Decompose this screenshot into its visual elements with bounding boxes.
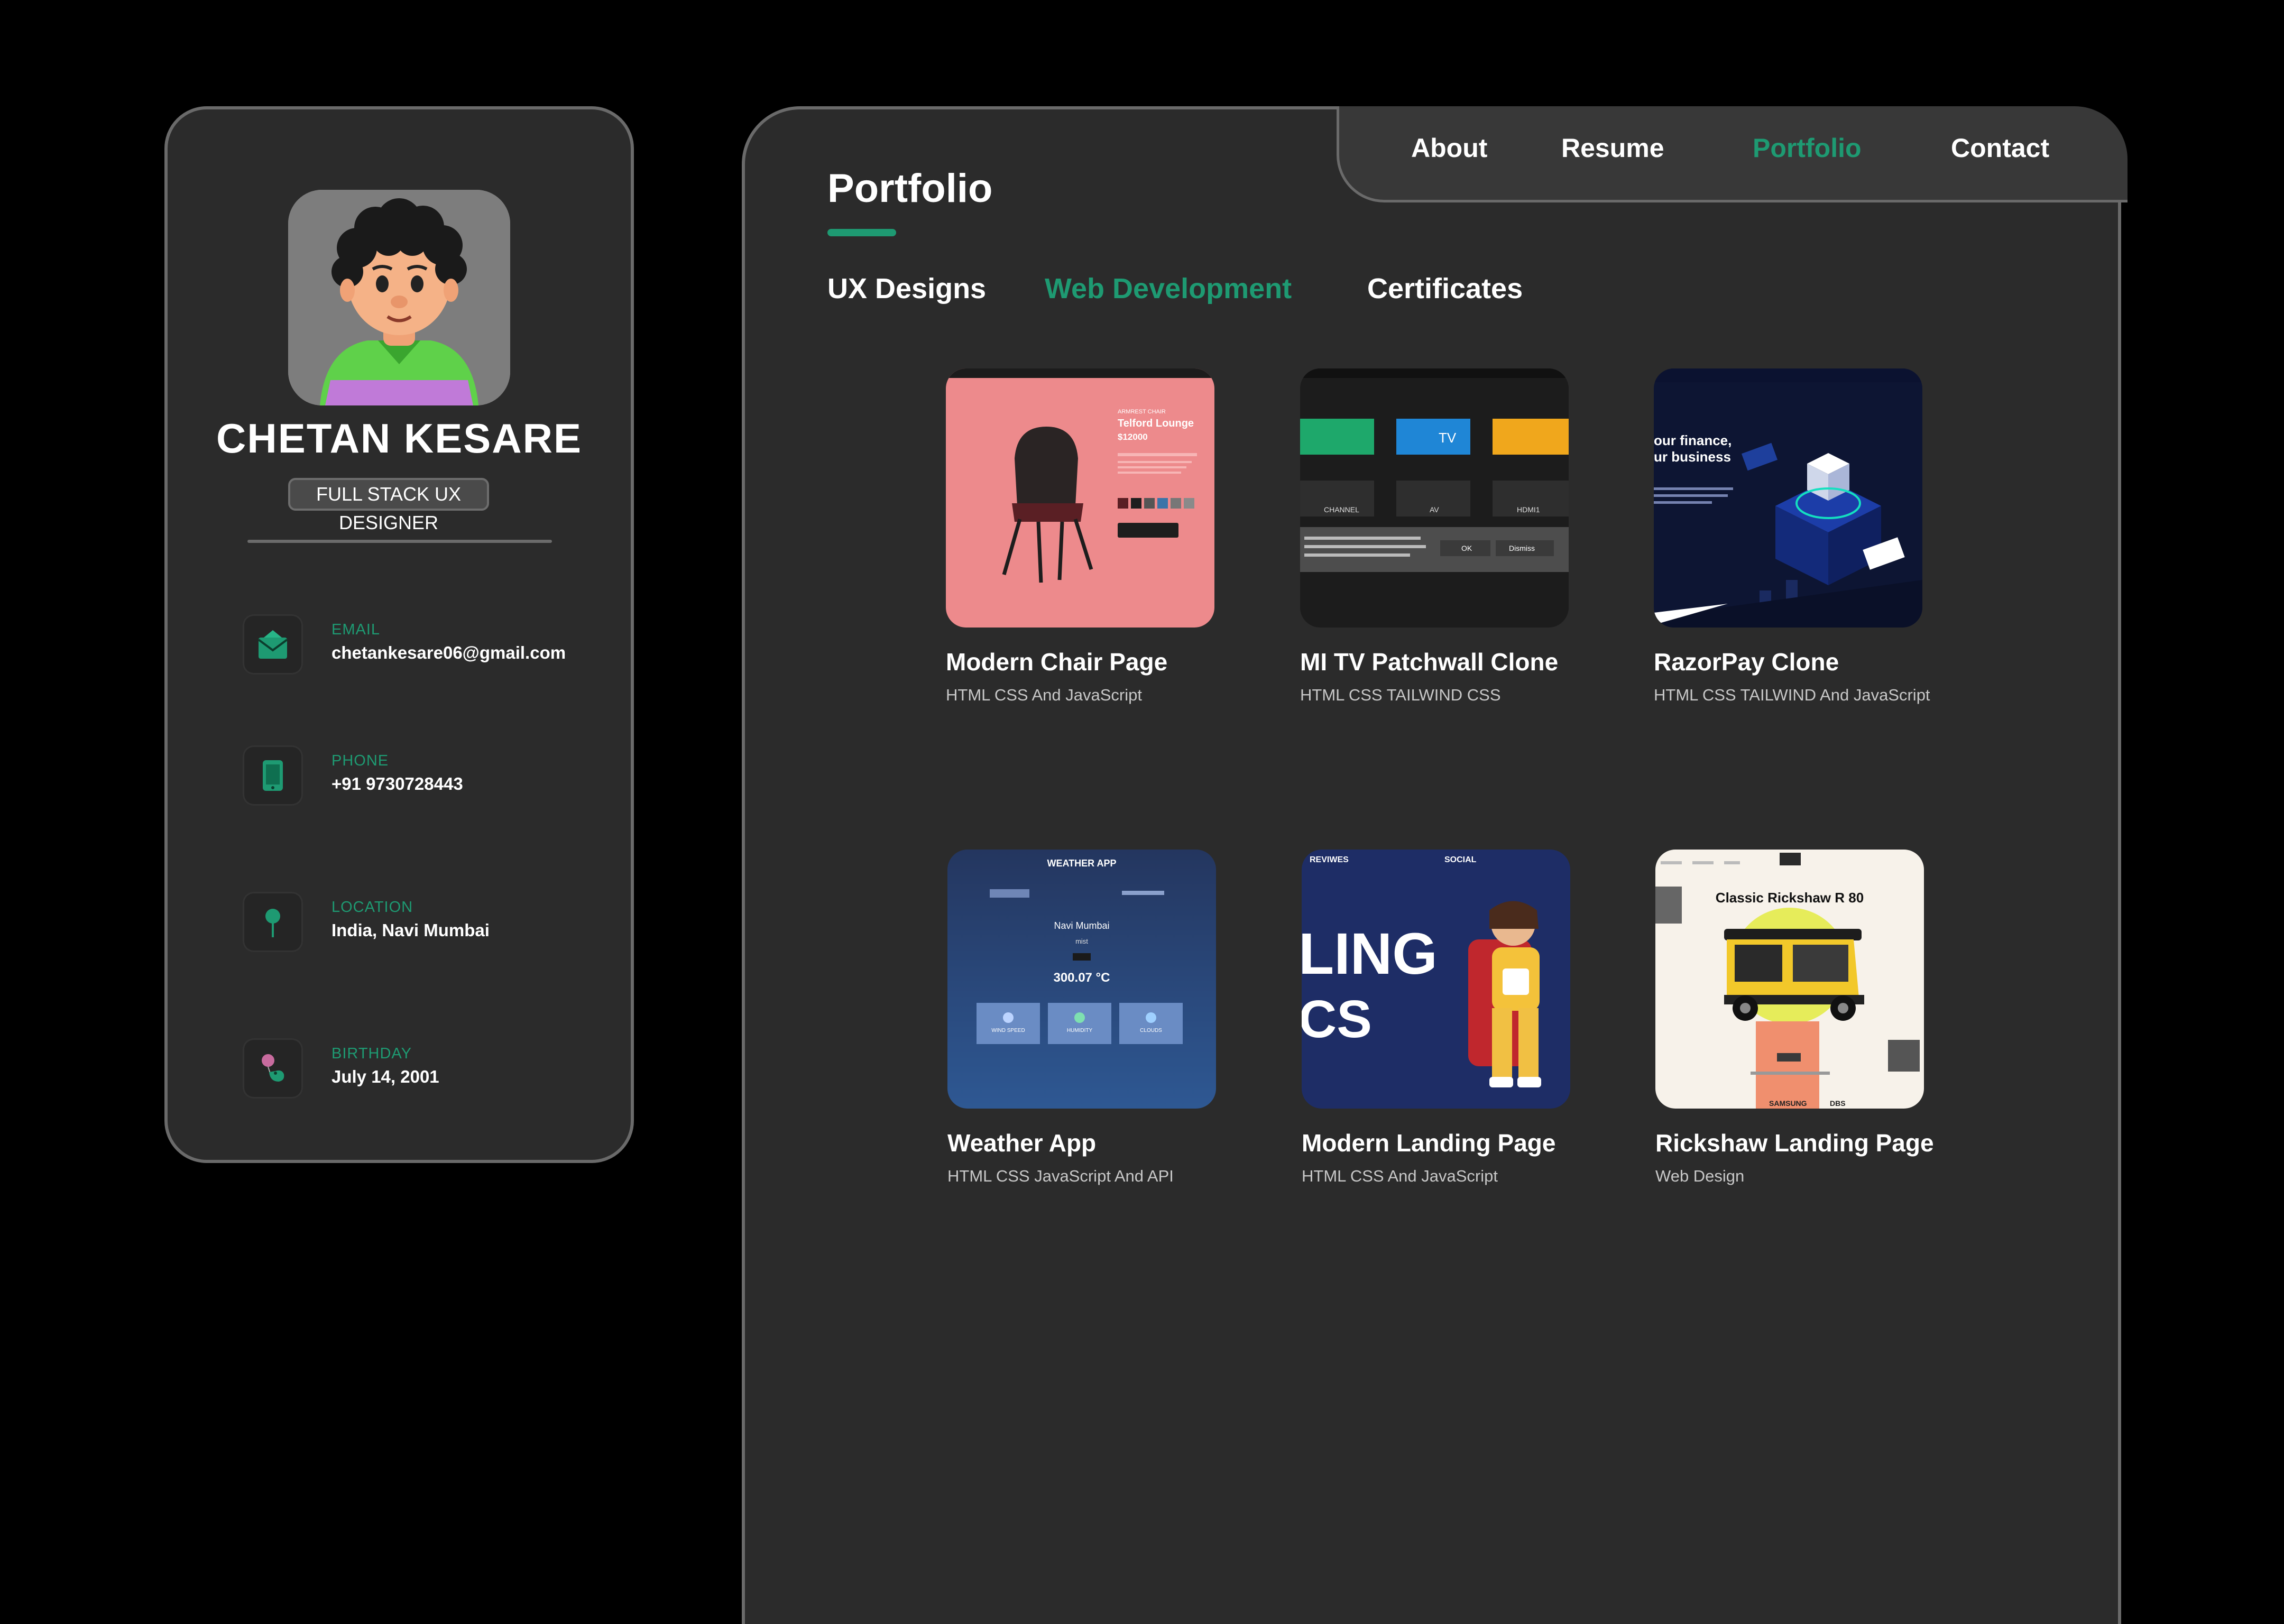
phone-label: PHONE — [331, 752, 389, 769]
phone-icon — [244, 747, 301, 804]
nav-portfolio[interactable]: Portfolio — [1753, 133, 1862, 163]
project-title[interactable]: Weather App — [947, 1129, 1096, 1157]
project-title[interactable]: MI TV Patchwall Clone — [1300, 648, 1558, 676]
project-subtitle: Web Design — [1655, 1167, 1745, 1185]
project-card-modern-chair[interactable]: ARMREST CHAIR Telford Lounge $12000 Mode… — [946, 368, 1242, 707]
birthday-label: BIRTHDAY — [331, 1045, 412, 1062]
location-label: LOCATION — [331, 899, 413, 916]
razorpay-line2: ur business — [1654, 449, 1731, 465]
weather-stat-humidity: HUMIDITY — [1067, 1028, 1093, 1034]
project-thumbnail[interactable]: ARMREST CHAIR Telford Lounge $12000 — [946, 368, 1214, 628]
divider — [247, 540, 552, 543]
project-thumbnail[interactable]: our finance, ur business — [1654, 368, 1922, 628]
tile-hdmi: HDMI1 — [1517, 505, 1540, 514]
top-navbar: About Resume Portfolio Contact — [1337, 106, 2128, 202]
phone-value[interactable]: +91 9730728443 — [331, 774, 463, 794]
dismiss-button-text: Dismiss — [1509, 544, 1535, 552]
brand-dbs: DBS — [1830, 1099, 1846, 1108]
project-card-modern-landing[interactable]: REVIWES SOCIAL LING CS Modern Landing Pa… — [1302, 850, 1598, 1188]
portfolio-panel: About Resume Portfolio Contact Portfolio… — [742, 106, 2128, 1624]
title-underline — [827, 229, 896, 236]
project-title[interactable]: Rickshaw Landing Page — [1655, 1129, 1934, 1157]
nav-contact[interactable]: Contact — [1951, 133, 2049, 163]
tile-channel: CHANNEL — [1324, 505, 1359, 514]
rickshaw-heading: Classic Rickshaw R 80 — [1716, 890, 1864, 906]
project-title[interactable]: RazorPay Clone — [1654, 648, 1839, 676]
birthday-info: BIRTHDAY July 14, 2001 — [244, 1040, 625, 1103]
location-info: LOCATION India, Navi Mumbai — [244, 893, 625, 957]
project-thumbnail[interactable]: Classic Rickshaw R 80 SAMSUNG DBS — [1655, 850, 1924, 1109]
project-subtitle: HTML CSS And JavaScript — [946, 686, 1142, 704]
project-subtitle: HTML CSS TAILWIND And JavaScript — [1654, 686, 1930, 704]
profile-name: CHETAN KESARE — [216, 415, 582, 462]
phone-info: PHONE +91 9730728443 — [244, 747, 625, 810]
birthday-value: July 14, 2001 — [331, 1067, 439, 1086]
razorpay-line1: our finance, — [1654, 432, 1732, 448]
nav-resume[interactable]: Resume — [1561, 133, 1664, 163]
landing-nav2: SOCIAL — [1444, 855, 1477, 864]
chair-heading: Telford Lounge — [1118, 418, 1194, 429]
project-subtitle: HTML CSS TAILWIND CSS — [1300, 686, 1501, 704]
location-value: India, Navi Mumbai — [331, 920, 490, 940]
balloon-icon — [244, 1040, 301, 1097]
project-title[interactable]: Modern Landing Page — [1302, 1129, 1555, 1157]
nav-about[interactable]: About — [1411, 133, 1487, 163]
project-card-razorpay[interactable]: our finance, ur business RazorPay Clone … — [1654, 368, 1950, 707]
weather-city: Navi Mumbai — [1054, 920, 1109, 931]
project-card-rickshaw-landing[interactable]: Classic Rickshaw R 80 SAMSUNG DBS Ricksh… — [1655, 850, 1951, 1188]
project-thumbnail[interactable]: WEATHER APP Navi Mumbai mist 300.07 °C W… — [947, 850, 1216, 1109]
landing-big1: LING — [1302, 921, 1438, 986]
page-title: Portfolio — [827, 166, 993, 211]
tab-certificates[interactable]: Certificates — [1367, 272, 1523, 305]
avatar — [288, 190, 510, 405]
avatar-illustration — [288, 190, 510, 405]
ok-button-text: OK — [1461, 544, 1472, 552]
svg-text:ARMREST CHAIR: ARMREST CHAIR — [1118, 409, 1166, 415]
weather-stat-wind: WIND SPEED — [991, 1028, 1025, 1034]
landing-big2: CS — [1302, 990, 1372, 1049]
weather-desc: mist — [1075, 937, 1088, 945]
project-thumbnail[interactable]: TV CHANNEL AV HDMI1 OK Dismiss — [1300, 368, 1569, 628]
project-subtitle: HTML CSS And JavaScript — [1302, 1167, 1498, 1185]
chair-price: $12000 — [1118, 432, 1148, 442]
profile-sidebar: CHETAN KESARE FULL STACK UX DESIGNER EMA… — [164, 106, 634, 1163]
project-card-mi-tv[interactable]: TV CHANNEL AV HDMI1 OK Dismiss MI TV Pat… — [1300, 368, 1596, 707]
role-badge: FULL STACK UX DESIGNER — [288, 478, 489, 533]
landing-nav1: REVIWES — [1310, 855, 1349, 864]
tab-web-development[interactable]: Web Development — [1045, 272, 1292, 305]
brand-samsung: SAMSUNG — [1769, 1099, 1807, 1108]
email-info: EMAIL chetankesare06@gmail.com — [244, 616, 625, 679]
email-value[interactable]: chetankesare06@gmail.com — [331, 643, 566, 663]
email-label: EMAIL — [331, 621, 381, 638]
project-card-weather-app[interactable]: WEATHER APP Navi Mumbai mist 300.07 °C W… — [947, 850, 1244, 1188]
mail-icon — [244, 616, 301, 673]
project-title[interactable]: Modern Chair Page — [946, 648, 1167, 676]
tile-av: AV — [1430, 505, 1439, 514]
weather-stat-clouds: CLOUDS — [1140, 1028, 1162, 1034]
weather-heading: WEATHER APP — [1047, 858, 1116, 869]
project-thumbnail[interactable]: REVIWES SOCIAL LING CS — [1302, 850, 1570, 1109]
tile-tv: TV — [1439, 430, 1457, 446]
tab-ux-designs[interactable]: UX Designs — [827, 272, 986, 305]
project-subtitle: HTML CSS JavaScript And API — [947, 1167, 1174, 1185]
location-pin-icon — [244, 893, 301, 951]
weather-temp: 300.07 °C — [1053, 971, 1110, 985]
